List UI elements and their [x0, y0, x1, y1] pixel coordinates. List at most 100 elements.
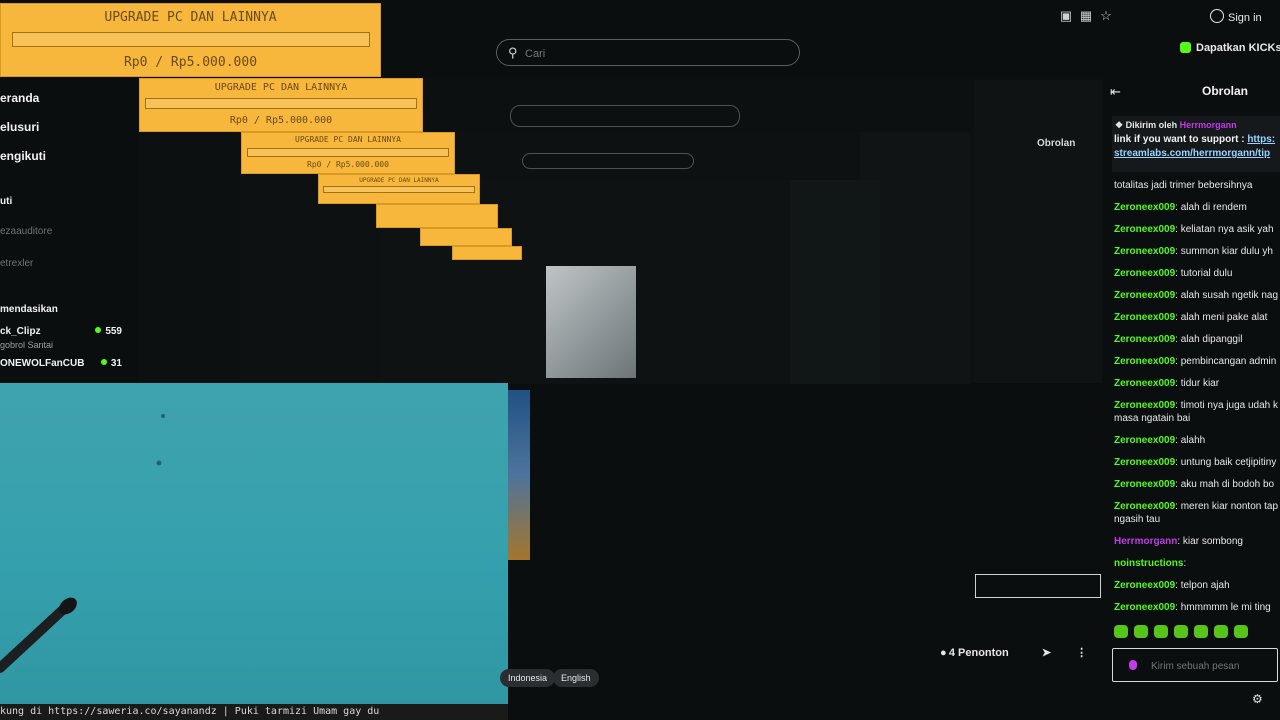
- chat-username[interactable]: Zeroneex009: [1114, 224, 1175, 235]
- emote-bar: [1114, 625, 1280, 641]
- chat-text: untung baik cetjipitiny: [1180, 457, 1277, 468]
- emote-icon[interactable]: [1154, 625, 1168, 638]
- chat-username[interactable]: Zeroneex009: [1114, 602, 1175, 613]
- emote-icon[interactable]: [1234, 625, 1248, 638]
- chat-username[interactable]: Zeroneex009: [1114, 312, 1175, 323]
- pinned-by-user[interactable]: Herrmorgann: [1180, 120, 1237, 130]
- chat-message: masa ngatain bai: [1114, 412, 1280, 425]
- chat-text: timoti nya juga udah k: [1180, 400, 1278, 411]
- get-kicks-button[interactable]: Dapatkan KICKs: [1180, 42, 1280, 64]
- emote-icon[interactable]: [1194, 625, 1208, 638]
- nested-search-2: [522, 153, 694, 169]
- chat-username[interactable]: Zeroneex009: [1114, 268, 1175, 279]
- sidebar-rec-name-2[interactable]: ONEWOLFanCUB: [0, 358, 84, 369]
- donation-title-copy-3: UPGRADE PC DAN LAINNYA: [359, 177, 439, 184]
- nested-chat-3: [790, 180, 880, 384]
- chat-message: Zeroneex009: alah dipanggil: [1114, 333, 1280, 346]
- chat-colon: :: [1183, 558, 1187, 569]
- donation-banner-copy-4: [376, 204, 498, 228]
- donation-amount-copy: Rp0 / Rp5.000.000: [229, 115, 333, 126]
- chat-username[interactable]: Zeroneex009: [1114, 479, 1175, 490]
- emote-icon[interactable]: [1134, 625, 1148, 638]
- chat-text: pembincangan admin: [1180, 356, 1277, 367]
- chat-username[interactable]: noinstructions: [1114, 558, 1183, 569]
- chat-username[interactable]: Zeroneex009: [1114, 290, 1175, 301]
- screen-icon[interactable]: ▦: [1079, 9, 1093, 23]
- chat-message: Zeroneex009: alah susah ngetik nag: [1114, 289, 1280, 302]
- nested-search: [510, 105, 740, 127]
- pinned-link-1[interactable]: https:: [1247, 134, 1275, 145]
- chat-panel: ⇤ Obrolan ❖ Dikirim oleh Herrmorgann lin…: [1102, 78, 1280, 720]
- donation-bar-copy-2: [247, 148, 449, 157]
- get-kicks-label: Dapatkan KICKs: [1196, 42, 1280, 54]
- sidebar-rec-viewers-1: 559: [95, 326, 122, 337]
- sidebar-item-home[interactable]: eranda: [0, 91, 39, 105]
- donation-bar-copy-3: [323, 186, 475, 193]
- donation-title-copy: UPGRADE PC DAN LAINNYA: [214, 82, 348, 93]
- chat-message: Zeroneex009: untung baik cetjipitiny: [1114, 456, 1280, 469]
- video-player[interactable]: [0, 383, 508, 705]
- chat-message: Zeroneex009: summon kiar dulu yh: [1114, 245, 1280, 258]
- nested-video-thumb: [546, 266, 636, 378]
- pip-icon[interactable]: ▣: [1059, 9, 1073, 23]
- sidebar-followed-1[interactable]: ezaauditore: [0, 226, 52, 237]
- chat-text: tutorial dulu: [1180, 268, 1233, 279]
- chat-text: alah di rendem: [1180, 202, 1247, 213]
- chat-username[interactable]: Zeroneex009: [1114, 202, 1175, 213]
- collapse-chat-icon[interactable]: ⇤: [1110, 84, 1121, 100]
- emote-icon[interactable]: [1214, 625, 1228, 638]
- sidebar: eranda elusuri engikuti uti ezaauditore …: [0, 80, 138, 380]
- chat-username[interactable]: Zeroneex009: [1114, 246, 1175, 257]
- chat-username[interactable]: Zeroneex009: [1114, 378, 1175, 389]
- sidebar-section-following: uti: [0, 196, 13, 207]
- donation-title-copy-2: UPGRADE PC DAN LAINNYA: [295, 135, 401, 144]
- chat-message: Zeroneex009: timoti nya juga udah k: [1114, 399, 1280, 412]
- chat-message: Zeroneex009: tutorial dulu: [1114, 267, 1280, 280]
- emote-icon[interactable]: [1114, 625, 1128, 638]
- chat-username[interactable]: Zeroneex009: [1114, 501, 1175, 512]
- video-frame: [0, 414, 165, 673]
- pinned-link-2[interactable]: streamlabs.com/herrmorgann/tip: [1114, 148, 1270, 159]
- chat-username[interactable]: Zeroneex009: [1114, 580, 1175, 591]
- chat-username[interactable]: Zeroneex009: [1114, 457, 1175, 468]
- chat-settings-icon[interactable]: ⚙: [1252, 692, 1263, 706]
- chat-message: Zeroneex009: aku mah di bodoh bo: [1114, 478, 1280, 491]
- chat-message: totalitas jadi trimer bebersihnya: [1114, 179, 1280, 192]
- chat-username[interactable]: Zeroneex009: [1114, 356, 1175, 367]
- chat-text: masa ngatain bai: [1114, 413, 1191, 424]
- chat-text: keliatan nya asik yah: [1180, 224, 1274, 235]
- chat-input-box[interactable]: [1112, 648, 1278, 682]
- chat-text: hmmmmm le mi ting: [1180, 602, 1271, 613]
- tag-indonesia[interactable]: Indonesia: [500, 669, 556, 687]
- donation-banner-copy-6: [452, 246, 522, 260]
- nested-chat-panel: Obrolan: [975, 138, 1101, 598]
- chat-message: noinstructions:: [1114, 557, 1280, 570]
- star-icon[interactable]: ☆: [1099, 9, 1113, 23]
- search-input[interactable]: [523, 44, 787, 64]
- chat-text: kiar sombong: [1182, 536, 1243, 547]
- sidebar-item-following[interactable]: engikuti: [0, 149, 46, 163]
- donation-banner-copy-5: [420, 228, 512, 246]
- chat-username[interactable]: Herrmorgann: [1114, 536, 1177, 547]
- search-box[interactable]: ⚲: [496, 39, 800, 66]
- donation-bar-copy: [145, 98, 417, 109]
- sidebar-section-recommended: mendasikan: [0, 304, 58, 315]
- sidebar-rec-name-1[interactable]: ck_Clipz: [0, 326, 41, 337]
- donation-title: UPGRADE PC DAN LAINNYA: [104, 10, 277, 25]
- chat-username[interactable]: Zeroneex009: [1114, 400, 1175, 411]
- chat-text: aku mah di bodoh bo: [1180, 479, 1275, 490]
- emote-icon[interactable]: [1174, 625, 1188, 638]
- viewer-count: ● 4 Penonton ➤ ⋮: [940, 646, 1087, 659]
- chat-username[interactable]: Zeroneex009: [1114, 334, 1175, 345]
- sidebar-followed-2[interactable]: etrexler: [0, 258, 33, 269]
- chat-message: Zeroneex009: meren kiar nonton tap: [1114, 500, 1280, 513]
- tag-english[interactable]: English: [553, 669, 599, 687]
- more-icon[interactable]: ⋮: [1076, 647, 1087, 659]
- chat-text: alah susah ngetik nag: [1180, 290, 1279, 301]
- chat-input[interactable]: [1149, 656, 1277, 676]
- share-icon[interactable]: ➤: [1042, 647, 1051, 659]
- sidebar-item-browse[interactable]: elusuri: [0, 120, 39, 134]
- sign-in-button[interactable]: Sign in: [1210, 9, 1262, 24]
- chat-username[interactable]: Zeroneex009: [1114, 435, 1175, 446]
- chat-text: meren kiar nonton tap: [1180, 501, 1278, 512]
